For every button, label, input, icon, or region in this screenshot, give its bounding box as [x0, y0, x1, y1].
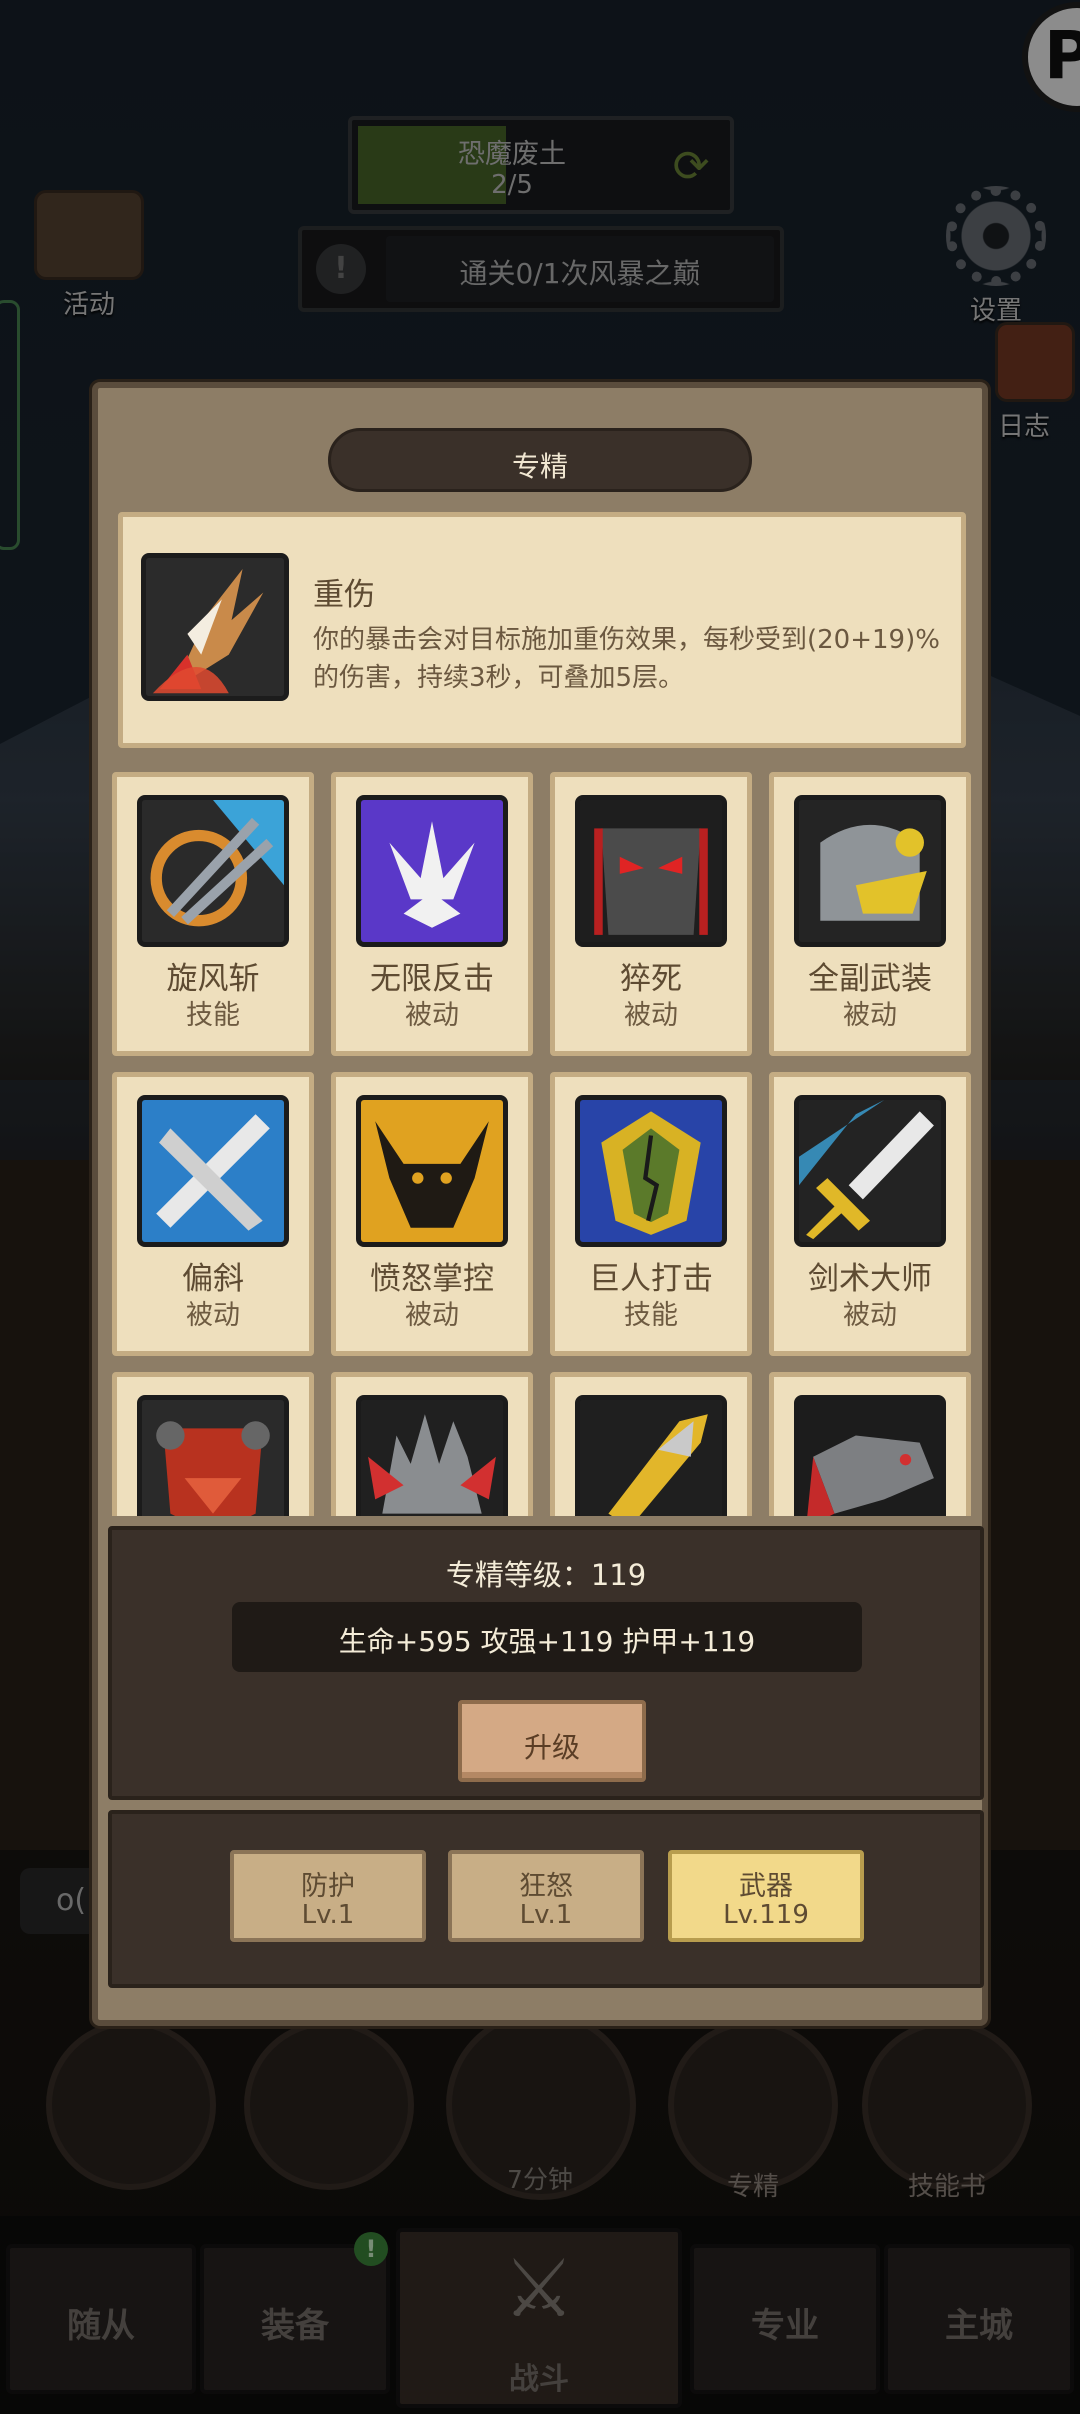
tab-weapon-level: Lv.119 [723, 1900, 809, 1930]
specialization-modal: 专精 重伤 你的暴击会对目标施加重伤效果，每秒受到(20+19)%的伤害，持续3… [92, 382, 988, 2026]
tab-weapon-name: 武器 [739, 1871, 793, 1902]
tab-fury-name: 狂怒 [519, 1871, 573, 1902]
dragon-shield-icon [137, 1395, 289, 1516]
modal-title: 专精 [511, 450, 568, 483]
skill-card[interactable]: 全副武装 被动 [769, 772, 971, 1056]
spec-level-panel: 专精等级：119 生命+595 攻强+119 护甲+119 升级 [108, 1526, 984, 1800]
skill-card[interactable] [112, 1372, 314, 1516]
skill-card[interactable]: 愤怒掌控 被动 [331, 1072, 533, 1356]
skill-type: 技能 [624, 1300, 678, 1331]
selected-skill-description: 你的暴击会对目标施加重伤效果，每秒受到(20+19)%的伤害，持续3秒，可叠加5… [313, 625, 940, 693]
skill-card[interactable] [550, 1372, 752, 1516]
crossed-blades-icon [137, 1095, 289, 1247]
stats-bar: 生命+595 攻强+119 护甲+119 [232, 1602, 862, 1672]
tab-fury-level: Lv.1 [519, 1900, 573, 1930]
dragon-head-icon [794, 1395, 946, 1516]
dark-helm-icon [575, 795, 727, 947]
tab-weapon[interactable]: 武器 Lv.119 [668, 1850, 864, 1942]
skill-name: 全副武装 [808, 961, 932, 997]
spec-level-label: 专精等级：119 [445, 1558, 647, 1592]
whirlwind-icon [137, 795, 289, 947]
skill-name: 偏斜 [182, 1261, 244, 1297]
spiked-helm-icon [356, 1395, 508, 1516]
counter-icon [356, 795, 508, 947]
claw-strike-icon [141, 553, 289, 701]
stats-text: 生命+595 攻强+119 护甲+119 [338, 1625, 756, 1658]
bull-fury-icon [356, 1095, 508, 1247]
skill-card[interactable] [331, 1372, 533, 1516]
skill-type: 被动 [624, 1000, 678, 1031]
skill-card[interactable] [769, 1372, 971, 1516]
skill-name: 无限反击 [370, 961, 494, 997]
tab-fury[interactable]: 狂怒 Lv.1 [448, 1850, 644, 1942]
selected-skill-card: 重伤 你的暴击会对目标施加重伤效果，每秒受到(20+19)%的伤害，持续3秒，可… [118, 512, 966, 748]
skill-type: 技能 [186, 1000, 240, 1031]
spec-tree-tabs: 防护 Lv.1 狂怒 Lv.1 武器 Lv.119 [108, 1810, 984, 1988]
selected-skill-name: 重伤 [313, 577, 375, 613]
skill-grid: 旋风斩 技能 无限反击 被动 猝死 被动 全副武装 被动 偏斜 被动 愤怒掌控 … [112, 772, 982, 1516]
giant-shield-icon [575, 1095, 727, 1247]
skill-name: 旋风斩 [166, 961, 260, 997]
upgrade-button[interactable]: 升级 [458, 1700, 646, 1782]
skill-card[interactable]: 巨人打击 技能 [550, 1072, 752, 1356]
skill-type: 被动 [405, 1000, 459, 1031]
skill-name: 猝死 [620, 961, 682, 997]
skill-name: 剑术大师 [808, 1261, 932, 1297]
tab-protection-level: Lv.1 [301, 1900, 355, 1930]
skill-type: 被动 [843, 1300, 897, 1331]
skill-card[interactable]: 猝死 被动 [550, 772, 752, 1056]
armor-helm-icon [794, 795, 946, 947]
skill-name: 巨人打击 [589, 1261, 713, 1297]
skill-card[interactable]: 偏斜 被动 [112, 1072, 314, 1356]
skill-type: 被动 [186, 1300, 240, 1331]
skill-card[interactable]: 剑术大师 被动 [769, 1072, 971, 1356]
tab-protection-name: 防护 [301, 1871, 355, 1902]
skill-type: 被动 [405, 1300, 459, 1331]
skill-card[interactable]: 旋风斩 技能 [112, 772, 314, 1056]
tab-protection[interactable]: 防护 Lv.1 [230, 1850, 426, 1942]
sword-master-icon [794, 1095, 946, 1247]
golden-spear-icon [575, 1395, 727, 1516]
modal-title-bar: 专精 [328, 428, 752, 492]
skill-type: 被动 [843, 1000, 897, 1031]
skill-card[interactable]: 无限反击 被动 [331, 772, 533, 1056]
skill-name: 愤怒掌控 [370, 1261, 494, 1297]
upgrade-label: 升级 [523, 1731, 580, 1764]
